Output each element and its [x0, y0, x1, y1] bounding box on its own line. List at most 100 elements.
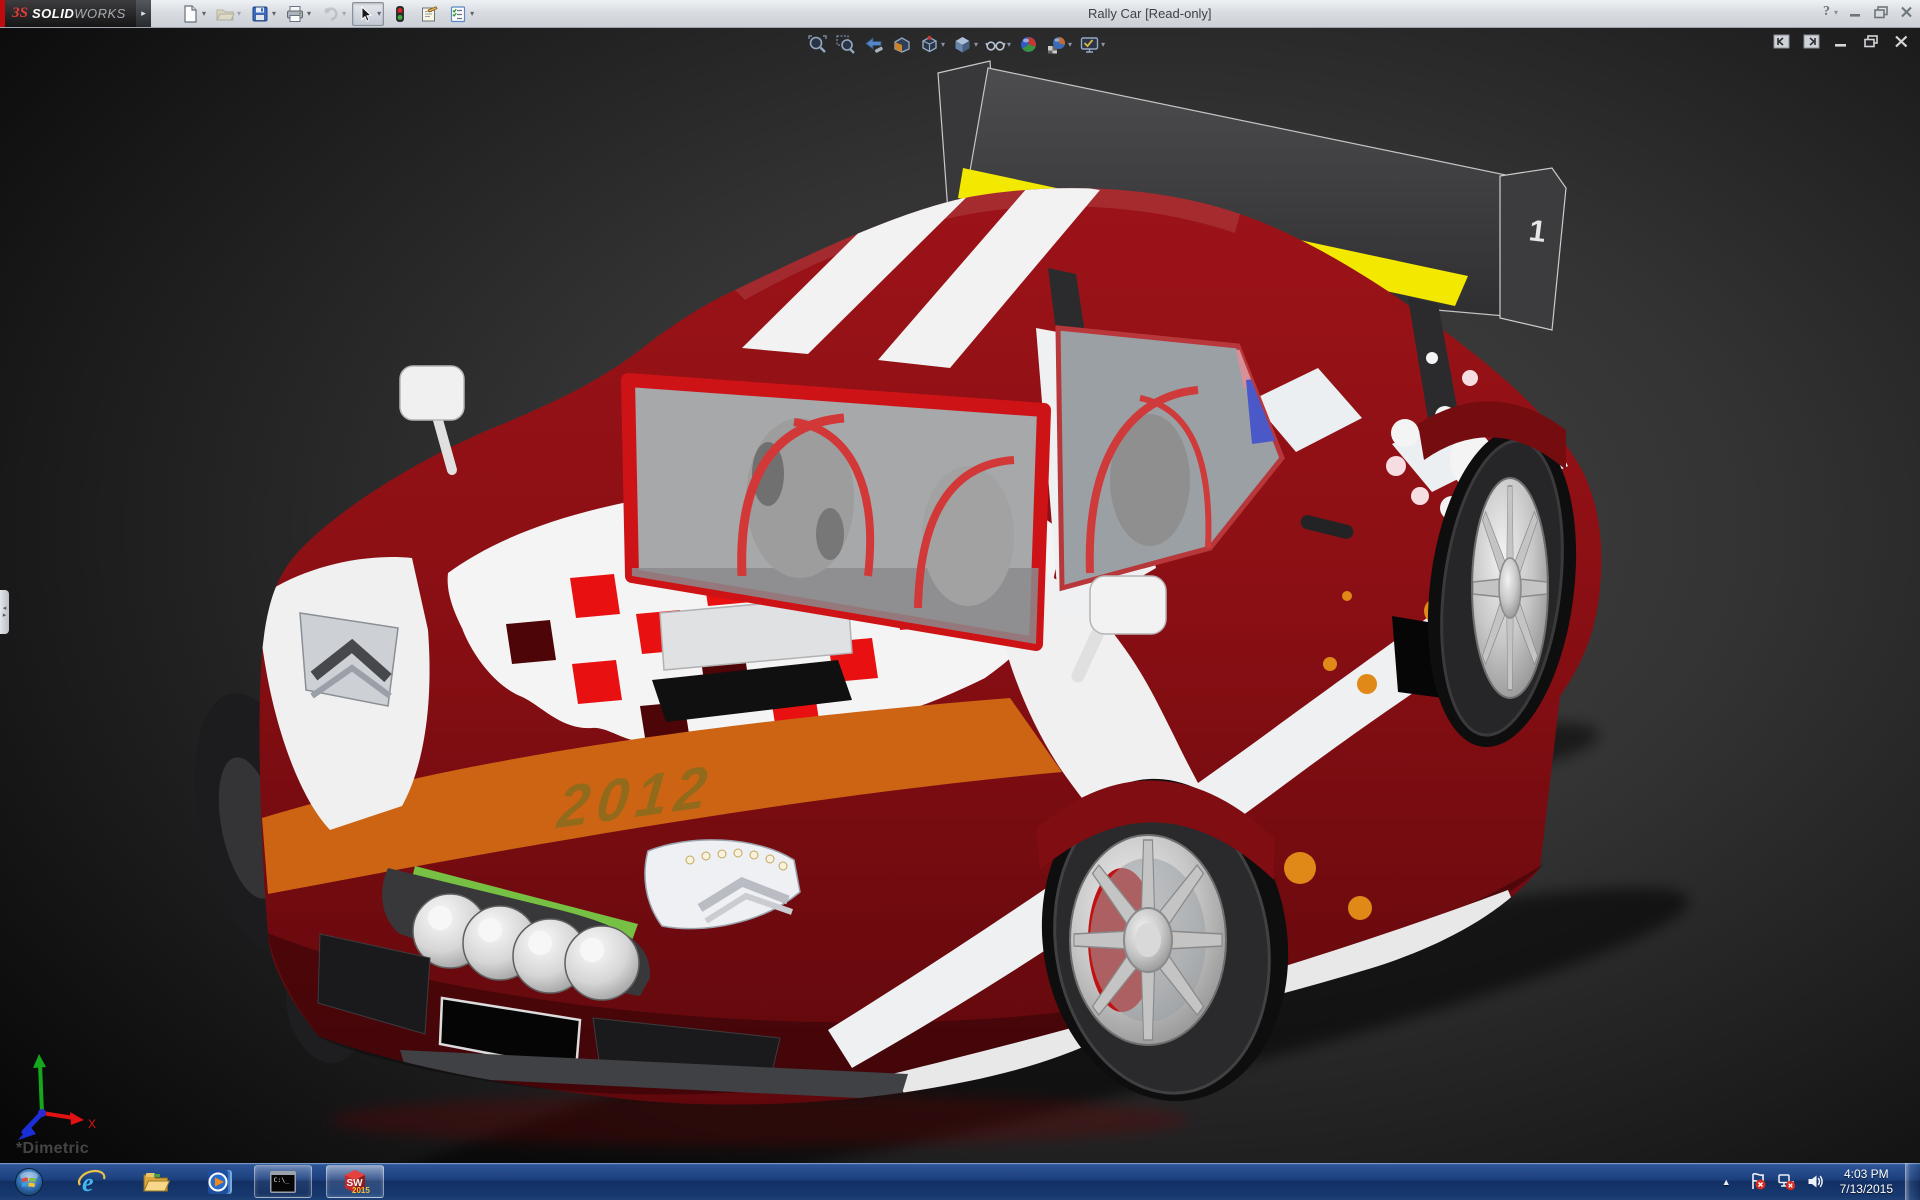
dropdown-caret[interactable]: ▾: [1068, 40, 1072, 49]
zoom-to-area-button[interactable]: [834, 33, 857, 56]
view-settings-button[interactable]: ▾: [1078, 33, 1106, 56]
solidworks-logo[interactable]: ЗS SOLID WORKS: [0, 0, 136, 27]
main-toolbar: ▾ ▾ ▾: [177, 2, 477, 26]
apply-scene-button[interactable]: ▾: [1045, 33, 1073, 56]
windows-taskbar: e C:\_: [0, 1163, 1920, 1200]
help-button[interactable]: ?: [1823, 4, 1830, 20]
display-style-icon: [952, 34, 973, 55]
rebuild-button[interactable]: [387, 2, 413, 26]
folder-icon: [141, 1167, 171, 1197]
print-button[interactable]: ▾: [282, 2, 314, 26]
taskbar-item-internet-explorer[interactable]: e: [72, 1165, 112, 1199]
dropdown-caret[interactable]: ▾: [272, 9, 276, 18]
dropdown-caret[interactable]: ▾: [202, 9, 206, 18]
print-icon: [285, 4, 305, 24]
triad-x-label: X: [88, 1117, 96, 1131]
zoom-to-fit-button[interactable]: [806, 33, 829, 56]
dropdown-caret[interactable]: ▾: [237, 9, 241, 18]
new-document-button[interactable]: ▾: [177, 2, 209, 26]
action-center-icon[interactable]: [1748, 1172, 1767, 1191]
logo-works-text: WORKS: [74, 6, 126, 21]
open-button[interactable]: ▾: [212, 2, 244, 26]
section-view-button[interactable]: [890, 33, 913, 56]
note-pencil-icon: [419, 4, 439, 24]
headsup-view-toolbar: ▾ ▾ ▾: [806, 33, 1106, 56]
show-desktop-button[interactable]: [1905, 1163, 1920, 1200]
svg-text:2015: 2015: [352, 1186, 370, 1195]
appearance-ball-icon: [1018, 34, 1039, 55]
previous-view-icon: [863, 34, 884, 55]
restore-document-button[interactable]: [1863, 34, 1880, 49]
save-button[interactable]: ▾: [247, 2, 279, 26]
dropdown-caret[interactable]: ▾: [377, 9, 381, 18]
racing-seat: [922, 466, 1014, 606]
close-document-button[interactable]: [1893, 34, 1910, 49]
previous-view-button[interactable]: [862, 33, 885, 56]
svg-text:C:\_: C:\_: [274, 1176, 290, 1184]
network-disconnected-icon[interactable]: [1777, 1172, 1796, 1191]
windows-start-icon: [14, 1167, 44, 1197]
minimize-button[interactable]: [1848, 5, 1863, 19]
zoom-to-fit-icon: [807, 34, 828, 55]
dropdown-caret[interactable]: ▾: [941, 40, 945, 49]
section-view-icon: [891, 34, 912, 55]
solidworks-2015-icon: SW 2015: [340, 1167, 370, 1197]
taskbar-item-command-prompt[interactable]: C:\_: [254, 1165, 312, 1198]
logo-3s-glyph: ЗS: [12, 5, 28, 22]
options-button[interactable]: ▾: [445, 2, 477, 26]
dropdown-caret[interactable]: ▾: [1007, 40, 1011, 49]
open-folder-icon: [215, 4, 235, 24]
help-dropdown-caret[interactable]: ▾: [1834, 8, 1838, 17]
logo-red-accent: [0, 0, 5, 27]
zoom-to-area-icon: [835, 34, 856, 55]
logo-solid-text: SOLID: [32, 6, 74, 21]
system-tray: ▲ 4:03 PM 7/13/2015: [1722, 1163, 1920, 1200]
apply-scene-icon: [1046, 34, 1067, 55]
hidden-icons-button[interactable]: ▲: [1722, 1177, 1731, 1187]
window-controls: ? ▾: [1823, 4, 1914, 20]
rally-car-model[interactable]: 1: [0, 28, 1920, 1164]
save-floppy-icon: [250, 4, 270, 24]
dropdown-caret[interactable]: ▾: [974, 40, 978, 49]
edit-appearance-button[interactable]: [1017, 33, 1040, 56]
orientation-triad: X: [18, 1054, 96, 1140]
new-document-icon: [180, 4, 200, 24]
collapsed-panel-tab[interactable]: ◂▸: [0, 590, 9, 634]
close-button[interactable]: [1899, 5, 1914, 19]
volume-icon[interactable]: [1806, 1172, 1825, 1191]
view-settings-icon: [1079, 34, 1100, 55]
taskbar-item-solidworks[interactable]: SW 2015: [326, 1165, 384, 1198]
taskbar-item-media-player[interactable]: [200, 1165, 240, 1199]
restore-button[interactable]: [1873, 5, 1889, 19]
collapse-left-pane-button[interactable]: [1773, 34, 1790, 49]
tray-clock[interactable]: 4:03 PM 7/13/2015: [1840, 1167, 1893, 1197]
display-style-button[interactable]: ▾: [951, 33, 979, 56]
left-headlight: [300, 613, 398, 706]
graphics-viewport[interactable]: 1: [0, 28, 1920, 1164]
dropdown-caret[interactable]: ▾: [342, 9, 346, 18]
dropdown-caret[interactable]: ▾: [470, 9, 474, 18]
command-prompt-icon: C:\_: [268, 1167, 298, 1197]
solidworks-window: ЗS SOLID WORKS ▸ ▾ ▾: [0, 0, 1920, 1200]
hide-show-items-button[interactable]: ▾: [984, 33, 1012, 56]
traffic-light-icon: [390, 4, 410, 24]
title-bar: ЗS SOLID WORKS ▸ ▾ ▾: [0, 0, 1920, 28]
dropdown-caret[interactable]: ▾: [307, 9, 311, 18]
minimize-document-button[interactable]: [1833, 34, 1850, 49]
internet-explorer-icon: e: [77, 1167, 107, 1197]
taskbar-item-file-explorer[interactable]: [136, 1165, 176, 1199]
start-button[interactable]: [10, 1165, 48, 1199]
undo-arrow-icon: [320, 4, 340, 24]
file-properties-button[interactable]: [416, 2, 442, 26]
collapse-right-pane-button[interactable]: [1803, 34, 1820, 49]
undo-button[interactable]: ▾: [317, 2, 349, 26]
eyeglasses-icon: [985, 34, 1006, 55]
view-orientation-button[interactable]: ▾: [918, 33, 946, 56]
clock-date: 7/13/2015: [1840, 1182, 1893, 1197]
dropdown-caret[interactable]: ▾: [1101, 40, 1105, 49]
checklist-icon: [448, 4, 468, 24]
select-tool-button[interactable]: ▾: [352, 2, 384, 26]
menu-expand-arrow[interactable]: ▸: [136, 0, 151, 27]
select-cursor-icon: [355, 4, 375, 24]
clock-time: 4:03 PM: [1840, 1167, 1893, 1182]
